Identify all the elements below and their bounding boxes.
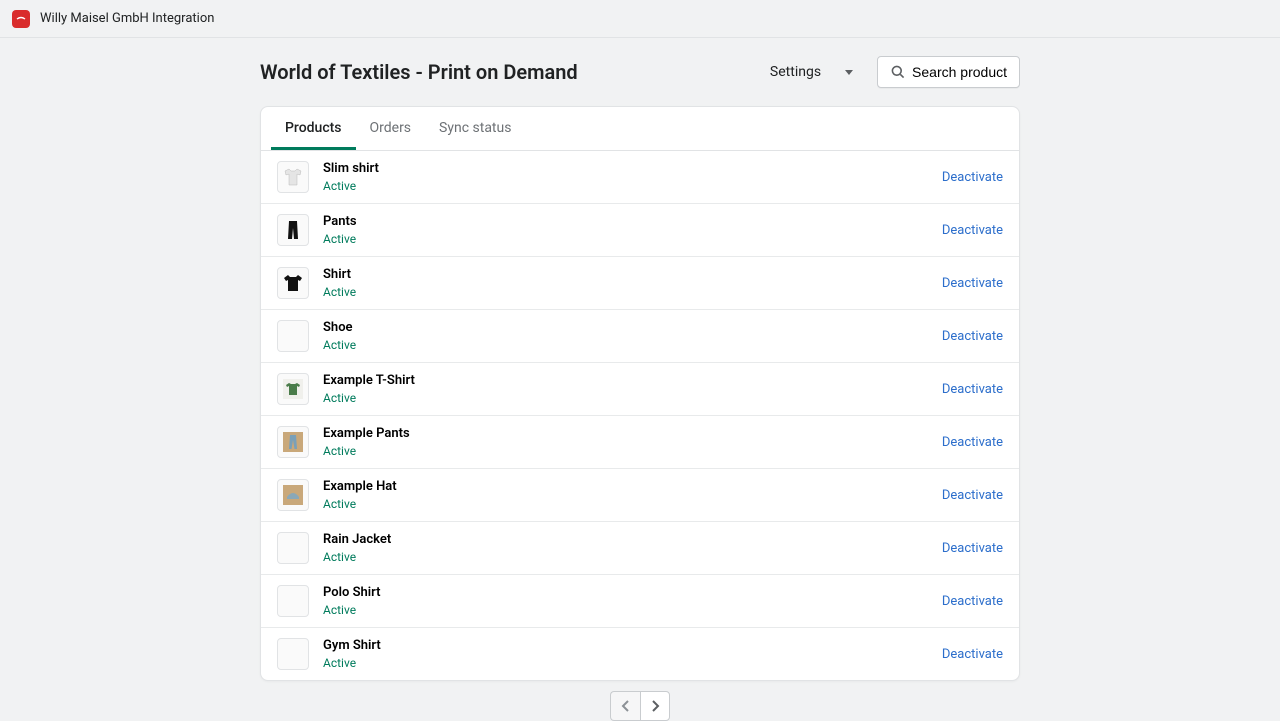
- status-badge: Active: [323, 603, 928, 617]
- status-badge: Active: [323, 444, 928, 458]
- table-row[interactable]: Example T-Shirt Active Deactivate: [261, 363, 1019, 416]
- product-name: Polo Shirt: [323, 585, 928, 601]
- search-label: Search product: [912, 64, 1007, 80]
- chevron-left-icon: [619, 699, 633, 713]
- deactivate-link[interactable]: Deactivate: [942, 170, 1003, 185]
- prev-page-button: [610, 691, 640, 721]
- product-name: Rain Jacket: [323, 532, 928, 548]
- table-row[interactable]: Shoe Active Deactivate: [261, 310, 1019, 363]
- product-thumb-icon: [277, 585, 309, 617]
- product-thumb-icon: [277, 320, 309, 352]
- tab-orders[interactable]: Orders: [356, 107, 426, 150]
- deactivate-link[interactable]: Deactivate: [942, 276, 1003, 291]
- deactivate-link[interactable]: Deactivate: [942, 382, 1003, 397]
- settings-label: Settings: [770, 64, 821, 80]
- status-badge: Active: [323, 232, 928, 246]
- status-badge: Active: [323, 179, 928, 193]
- status-badge: Active: [323, 338, 928, 352]
- deactivate-link[interactable]: Deactivate: [942, 647, 1003, 662]
- top-bar: Willy Maisel GmbH Integration: [0, 0, 1280, 38]
- deactivate-link[interactable]: Deactivate: [942, 488, 1003, 503]
- chevron-right-icon: [648, 699, 662, 713]
- table-row[interactable]: Example Hat Active Deactivate: [261, 469, 1019, 522]
- product-thumb-icon: [277, 214, 309, 246]
- product-name: Pants: [323, 214, 928, 230]
- status-badge: Active: [323, 391, 928, 405]
- table-row[interactable]: Polo Shirt Active Deactivate: [261, 575, 1019, 628]
- product-name: Example Hat: [323, 479, 928, 495]
- product-thumb-icon: [277, 532, 309, 564]
- app-title: Willy Maisel GmbH Integration: [40, 11, 214, 26]
- product-thumb-icon: [277, 426, 309, 458]
- deactivate-link[interactable]: Deactivate: [942, 223, 1003, 238]
- status-badge: Active: [323, 497, 928, 511]
- settings-dropdown[interactable]: Settings: [762, 58, 861, 86]
- product-name: Gym Shirt: [323, 638, 928, 654]
- deactivate-link[interactable]: Deactivate: [942, 541, 1003, 556]
- tabs: ProductsOrdersSync status: [261, 107, 1019, 151]
- tab-products[interactable]: Products: [271, 107, 356, 150]
- app-badge-icon: [12, 10, 30, 28]
- page-title: World of Textiles - Print on Demand: [260, 60, 578, 84]
- product-name: Shoe: [323, 320, 928, 336]
- product-thumb-icon: [277, 373, 309, 405]
- product-name: Shirt: [323, 267, 928, 283]
- pagination: [260, 691, 1020, 721]
- table-row[interactable]: Slim shirt Active Deactivate: [261, 151, 1019, 204]
- next-page-button[interactable]: [640, 691, 670, 721]
- product-thumb-icon: [277, 479, 309, 511]
- table-row[interactable]: Shirt Active Deactivate: [261, 257, 1019, 310]
- product-name: Slim shirt: [323, 161, 928, 177]
- table-row[interactable]: Example Pants Active Deactivate: [261, 416, 1019, 469]
- deactivate-link[interactable]: Deactivate: [942, 594, 1003, 609]
- product-thumb-icon: [277, 267, 309, 299]
- status-badge: Active: [323, 285, 928, 299]
- product-name: Example Pants: [323, 426, 928, 442]
- table-row[interactable]: Pants Active Deactivate: [261, 204, 1019, 257]
- product-thumb-icon: [277, 161, 309, 193]
- chevron-down-icon: [845, 70, 853, 75]
- search-icon: [890, 64, 906, 80]
- product-thumb-icon: [277, 638, 309, 670]
- deactivate-link[interactable]: Deactivate: [942, 435, 1003, 450]
- table-row[interactable]: Rain Jacket Active Deactivate: [261, 522, 1019, 575]
- product-name: Example T-Shirt: [323, 373, 928, 389]
- status-badge: Active: [323, 550, 928, 564]
- products-card: ProductsOrdersSync status Slim shirt Acti…: [260, 106, 1020, 681]
- search-product-button[interactable]: Search product: [877, 56, 1020, 88]
- status-badge: Active: [323, 656, 928, 670]
- table-row[interactable]: Gym Shirt Active Deactivate: [261, 628, 1019, 680]
- deactivate-link[interactable]: Deactivate: [942, 329, 1003, 344]
- tab-sync-status[interactable]: Sync status: [425, 107, 525, 150]
